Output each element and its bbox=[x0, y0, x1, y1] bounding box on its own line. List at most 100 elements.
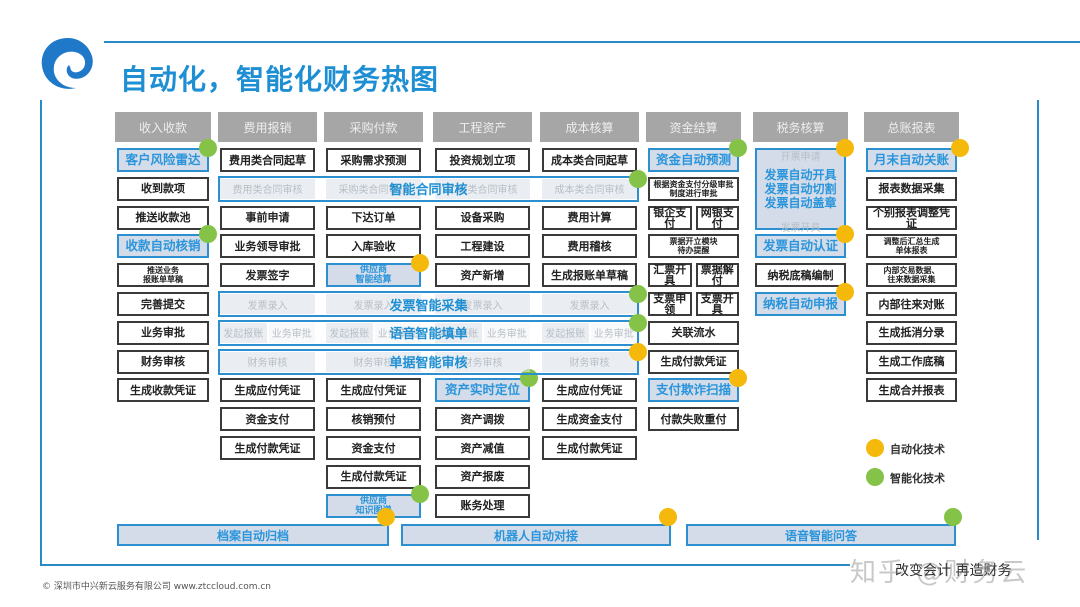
process-node[interactable]: 生成应付凭证 bbox=[220, 378, 315, 403]
highlight-node[interactable]: 纳税自动申报 bbox=[755, 292, 846, 316]
highlight-node[interactable]: 支付欺诈扫描 bbox=[648, 378, 739, 403]
automation-badge-icon bbox=[836, 283, 854, 301]
process-node[interactable]: 资产减值 bbox=[435, 436, 530, 460]
process-node[interactable]: 报表数据采集 bbox=[866, 176, 957, 201]
process-node[interactable]: 生成合并报表 bbox=[866, 378, 957, 403]
process-node[interactable]: 票据开立模块 待办提醒 bbox=[648, 234, 739, 259]
process-node[interactable]: 费用稽核 bbox=[542, 234, 637, 259]
column-header: 费用报销 bbox=[218, 112, 317, 142]
process-node[interactable]: 内部交易数据、 往来数据采集 bbox=[866, 263, 957, 288]
highlight-node[interactable]: 客户风险雷达 bbox=[117, 148, 209, 172]
process-node[interactable]: 设备采购 bbox=[435, 205, 530, 230]
band-label: 语音智能填单 bbox=[389, 327, 468, 343]
automation-badge-icon bbox=[836, 225, 854, 244]
process-node[interactable]: 收到款项 bbox=[117, 176, 209, 201]
frame-bottom-rule bbox=[40, 564, 850, 566]
highlight-node[interactable]: 资产实时定位 bbox=[435, 378, 530, 403]
watermark-slogan: 改变会计 再造财务 bbox=[895, 563, 1012, 579]
process-node[interactable]: 成本类合同起草 bbox=[542, 148, 637, 172]
process-node[interactable]: 票据解付 bbox=[695, 263, 739, 288]
capability-bar[interactable]: 机器人自动对接 bbox=[401, 524, 671, 546]
process-node[interactable]: 生成付款凭证 bbox=[220, 436, 315, 460]
header-rule bbox=[104, 41, 1080, 43]
process-node[interactable]: 纳税底稿编制 bbox=[755, 263, 846, 288]
footer-copyright: © 深圳市中兴新云服务有限公司 www.ztccloud.com.cn bbox=[42, 582, 272, 592]
process-node[interactable]: 付款失败重付 bbox=[648, 407, 739, 432]
process-node[interactable]: 生成付款凭证 bbox=[648, 349, 739, 374]
process-node[interactable]: 费用类合同起草 bbox=[220, 148, 315, 172]
process-node[interactable]: 生成应付凭证 bbox=[542, 378, 637, 403]
band-label: 单据智能审核 bbox=[389, 356, 468, 372]
band-label: 智能合同审核 bbox=[389, 183, 468, 199]
capability-band[interactable]: 智能合同审核 bbox=[218, 175, 639, 202]
process-node[interactable]: 网银支付 bbox=[695, 205, 739, 230]
process-node[interactable]: 推送业务 报账单草稿 bbox=[117, 263, 209, 288]
process-node[interactable]: 核销预付 bbox=[326, 407, 421, 432]
process-node[interactable]: 入库验收 bbox=[326, 234, 421, 259]
capability-bar[interactable]: 档案自动归档 bbox=[117, 524, 389, 546]
process-node[interactable]: 生成抵消分录 bbox=[866, 320, 957, 345]
highlight-node[interactable]: 供应商 知识图谱 bbox=[326, 493, 421, 518]
process-node[interactable]: 内部往来对账 bbox=[866, 292, 957, 316]
process-node[interactable]: 事前申请 bbox=[220, 205, 315, 230]
column-header: 成本核算 bbox=[540, 112, 639, 142]
process-node[interactable]: 资金支付 bbox=[220, 407, 315, 432]
process-node[interactable]: 投资规划立项 bbox=[435, 148, 530, 172]
process-node[interactable]: 财务审核 bbox=[117, 349, 209, 374]
process-node[interactable]: 调整后汇总生成 单体报表 bbox=[866, 234, 957, 259]
frame-right-rule bbox=[1037, 100, 1039, 540]
highlight-node[interactable]: 月末自动关账 bbox=[866, 148, 957, 172]
intelligence-badge-icon bbox=[199, 139, 217, 157]
highlight-node[interactable]: 资金自动预测 bbox=[648, 148, 739, 172]
capability-band[interactable]: 语音智能填单 bbox=[218, 319, 639, 346]
intelligence-badge-icon bbox=[199, 225, 217, 244]
column-header: 总账报表 bbox=[864, 112, 959, 142]
automation-badge-icon bbox=[951, 139, 969, 157]
legend-label: 自动化技术 bbox=[890, 443, 945, 456]
process-node[interactable]: 资金支付 bbox=[326, 436, 421, 460]
process-node[interactable]: 生成收款凭证 bbox=[117, 378, 209, 403]
highlight-node[interactable]: 供应商 智能结算 bbox=[326, 263, 421, 288]
frame-left-rule bbox=[40, 100, 42, 566]
process-node[interactable]: 资产报废 bbox=[435, 464, 530, 489]
process-node[interactable]: 根据资金支付分级审批 制度进行审批 bbox=[648, 176, 739, 201]
capability-band[interactable]: 单据智能审核 bbox=[218, 348, 639, 375]
column-header: 资金结算 bbox=[646, 112, 741, 142]
process-node[interactable]: 生成应付凭证 bbox=[326, 378, 421, 403]
intelligence-badge-icon bbox=[629, 285, 647, 303]
process-node[interactable]: 支票申领 bbox=[648, 292, 692, 316]
page-title: 自动化，智能化财务热图 bbox=[120, 63, 440, 96]
highlight-node[interactable]: 发票自动认证 bbox=[755, 234, 846, 259]
process-node[interactable]: 推送收款池 bbox=[117, 205, 209, 230]
intelligence-badge-icon bbox=[944, 508, 962, 526]
band-label: 发票智能采集 bbox=[389, 298, 468, 314]
process-node[interactable]: 生成报账单草稿 bbox=[542, 263, 637, 288]
process-node[interactable]: 费用计算 bbox=[542, 205, 637, 230]
process-node[interactable]: 下达订单 bbox=[326, 205, 421, 230]
capability-band[interactable]: 发票智能采集 bbox=[218, 291, 639, 317]
process-node[interactable]: 工程建设 bbox=[435, 234, 530, 259]
process-node[interactable]: 汇票开具 bbox=[648, 263, 692, 288]
legend-automation-icon bbox=[866, 439, 884, 457]
process-node[interactable]: 银企支付 bbox=[648, 205, 692, 230]
process-node[interactable]: 账务处理 bbox=[435, 493, 530, 518]
automation-badge-icon bbox=[629, 342, 647, 361]
process-node[interactable]: 生成付款凭证 bbox=[542, 436, 637, 460]
process-node[interactable]: 生成付款凭证 bbox=[326, 464, 421, 489]
process-node[interactable]: 采购需求预测 bbox=[326, 148, 421, 172]
capability-bar[interactable]: 语音智能问答 bbox=[686, 524, 956, 546]
process-node[interactable]: 资产调拨 bbox=[435, 407, 530, 432]
process-node[interactable]: 关联流水 bbox=[648, 320, 739, 345]
process-node[interactable]: 业务领导审批 bbox=[220, 234, 315, 259]
process-node[interactable]: 完善提交 bbox=[117, 292, 209, 316]
process-node[interactable]: 个别报表调整凭证 bbox=[866, 205, 957, 230]
process-node[interactable]: 生成工作底稿 bbox=[866, 349, 957, 374]
process-node[interactable]: 业务审批 bbox=[117, 320, 209, 345]
process-node[interactable]: 资产新增 bbox=[435, 263, 530, 288]
process-node[interactable]: 发票签字 bbox=[220, 263, 315, 288]
highlight-node[interactable]: 收款自动核销 bbox=[117, 234, 209, 259]
company-logo bbox=[36, 34, 100, 94]
process-node[interactable]: 支票开具 bbox=[695, 292, 739, 316]
automation-badge-icon bbox=[659, 508, 677, 526]
process-node[interactable]: 生成资金支付 bbox=[542, 407, 637, 432]
